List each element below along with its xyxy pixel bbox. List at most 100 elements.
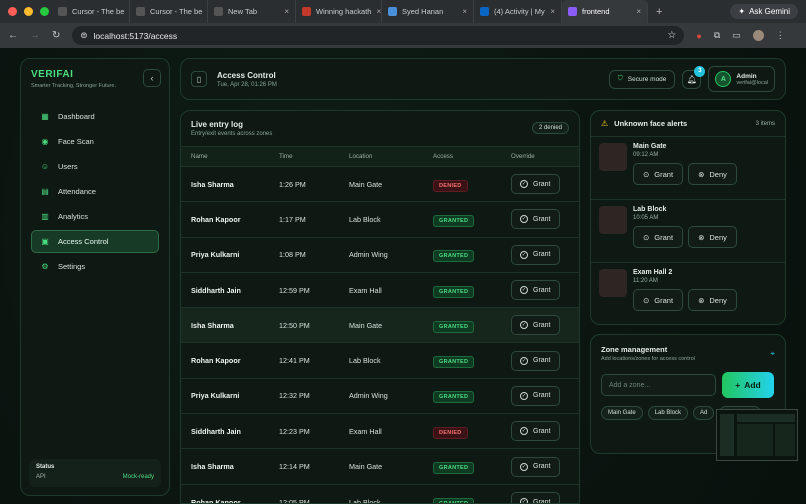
user-menu[interactable]: A Admin verifai@local — [708, 66, 775, 92]
ask-gemini-button[interactable]: ✦ Ask Gemini — [730, 4, 798, 19]
back-icon[interactable]: ← — [8, 30, 18, 41]
tab-favicon-icon — [388, 7, 397, 16]
sidebar-item-users[interactable]: ☺ Users — [31, 155, 159, 178]
browser-tab[interactable]: frontend × — [562, 0, 648, 23]
forward-icon[interactable]: → — [30, 30, 40, 41]
zone-chip[interactable]: Ad — [693, 406, 715, 420]
grant-button[interactable]: ✓ Grant — [511, 492, 560, 504]
row-override-cell: ✓ Grant — [511, 236, 579, 273]
check-circle-icon: ✓ — [520, 250, 528, 259]
profile-avatar-icon[interactable] — [752, 30, 764, 41]
alert-time: 11:20 AM — [633, 278, 658, 284]
zone-chip[interactable]: Lab Block — [647, 406, 689, 420]
grant-button[interactable]: ✓ Grant — [511, 209, 560, 230]
site-info-icon[interactable]: ⊜ — [80, 30, 87, 41]
alerts-title: Unknown face alerts — [614, 119, 688, 128]
grant-label: Grant — [533, 251, 551, 259]
grant-button[interactable]: ✓ Grant — [511, 350, 560, 371]
grant-label: Grant — [654, 169, 674, 179]
grant-label: Grant — [533, 498, 551, 504]
column-header: Access — [433, 146, 511, 167]
sidebar-item-face-scan[interactable]: ◉ Face Scan — [31, 130, 159, 153]
sidebar-item-analytics[interactable]: ▥ Analytics — [31, 205, 159, 228]
close-tab-icon[interactable]: × — [462, 7, 467, 16]
sparkle-icon: ✦ — [738, 7, 746, 16]
zone-chip[interactable]: Main Gate — [601, 406, 643, 420]
status-key: API — [36, 474, 46, 480]
log-subtitle: Entry/exit events across zones — [191, 131, 273, 137]
secure-mode-badge[interactable]: ⛉ Secure mode — [608, 69, 676, 89]
row-access-cell: GRANTED — [433, 342, 511, 379]
warning-icon: ⚠ — [601, 119, 609, 128]
bookmark-star-icon[interactable]: ☆ — [667, 30, 676, 41]
sidebar-item-settings[interactable]: ⚙ Settings — [31, 255, 159, 278]
sidebar-item-dashboard[interactable]: ▦ Dashboard — [31, 105, 159, 128]
maximize-window-button[interactable] — [40, 7, 49, 16]
sidebar-item-attendance[interactable]: ▤ Attendance — [31, 180, 159, 203]
close-tab-icon[interactable]: × — [284, 7, 289, 16]
browser-tab[interactable]: Cursor - The be× — [130, 0, 208, 23]
panel-toggle-button[interactable]: ▯ — [191, 71, 207, 87]
notifications-button[interactable]: 🔔︎ 3 — [682, 65, 706, 89]
alert-grant-button[interactable]: ⊙ Grant — [633, 289, 684, 311]
map-pin-icon: ⌖ — [770, 349, 775, 358]
plus-icon: + — [735, 380, 741, 390]
menu-kebab-icon[interactable]: ⋮ — [776, 30, 785, 41]
alert-grant-button[interactable]: ⊙ Grant — [633, 226, 684, 248]
grant-button[interactable]: ✓ Grant — [511, 385, 560, 406]
browser-tab[interactable]: Winning hackath × — [296, 0, 382, 23]
reload-icon[interactable]: ↻ — [52, 30, 60, 41]
new-tab-button[interactable]: + — [648, 6, 670, 18]
alert-deny-button[interactable]: ⊗ Deny — [688, 163, 737, 185]
close-tab-icon[interactable]: × — [550, 7, 555, 16]
grant-button[interactable]: ✓ Grant — [511, 456, 560, 477]
grant-button[interactable]: ✓ Grant — [511, 174, 560, 195]
browser-tab[interactable]: Syed Hanan × — [382, 0, 474, 23]
row-location: Exam Hall — [349, 271, 433, 308]
close-tab-icon[interactable]: × — [376, 7, 381, 16]
grant-button[interactable]: ✓ Grant — [511, 421, 560, 442]
browser-tab[interactable]: (4) Activity | My × — [474, 0, 562, 23]
extension-icon[interactable]: ● — [696, 31, 701, 41]
zone-subtitle: Add locations/zones for access control — [601, 356, 695, 362]
row-name: Isha Sharma — [181, 165, 279, 202]
notification-count-badge: 3 — [694, 65, 706, 77]
alert-grant-button[interactable]: ⊙ Grant — [633, 163, 684, 185]
add-zone-button[interactable]: + Add — [722, 372, 774, 398]
sidebar-item-label: Settings — [58, 262, 86, 271]
url-bar[interactable]: ⊜ localhost:5173/access ☆ — [72, 26, 685, 45]
entry-log-table: Name Time Location Access Override Isha Shar… — [181, 146, 579, 504]
alert-deny-button[interactable]: ⊗ Deny — [688, 289, 737, 311]
grant-button[interactable]: ✓ Grant — [511, 244, 560, 265]
collapse-sidebar-button[interactable]: ‹ — [143, 69, 161, 87]
face-thumbnail — [599, 143, 627, 171]
browser-tab[interactable]: New Tab × — [208, 0, 296, 23]
row-name: Siddharth Jain — [181, 271, 279, 308]
grant-button[interactable]: ✓ Grant — [511, 315, 560, 336]
status-value: Mock-ready — [122, 474, 154, 480]
access-status-badge: GRANTED — [433, 391, 475, 404]
deny-circle-icon: ⊗ — [698, 169, 705, 179]
alert-deny-button[interactable]: ⊗ Deny — [688, 226, 737, 248]
row-override-cell: ✓ Grant — [511, 271, 579, 308]
close-window-button[interactable] — [8, 7, 17, 16]
row-location: Admin Wing — [349, 377, 433, 414]
sidepanel-icon[interactable]: ▭ — [732, 30, 741, 41]
face-thumbnail — [599, 269, 627, 297]
zone-input[interactable]: Add a zone... — [601, 374, 716, 396]
row-location: Lab Block — [349, 342, 433, 379]
row-override-cell: ✓ Grant — [511, 377, 579, 414]
sidebar-item-access-control[interactable]: ▣ Access Control — [31, 230, 159, 253]
close-tab-icon[interactable]: × — [636, 7, 641, 16]
row-override-cell: ✓ Grant — [511, 201, 579, 238]
browser-tab[interactable]: Cursor - The be× — [52, 0, 130, 23]
check-circle-icon: ✓ — [520, 180, 528, 189]
alert-item: Lab Block 10:05 AM ⊙ Grant ⊗ Deny — [591, 200, 785, 263]
row-time: 1:26 PM — [279, 165, 349, 202]
zone-title: Zone management — [601, 345, 668, 354]
puzzle-icon[interactable]: ⧉ — [714, 30, 720, 41]
sidebar-item-label: Dashboard — [58, 112, 95, 121]
screen-share-thumbnail[interactable] — [716, 409, 798, 461]
grant-button[interactable]: ✓ Grant — [511, 280, 560, 301]
minimize-window-button[interactable] — [24, 7, 33, 16]
